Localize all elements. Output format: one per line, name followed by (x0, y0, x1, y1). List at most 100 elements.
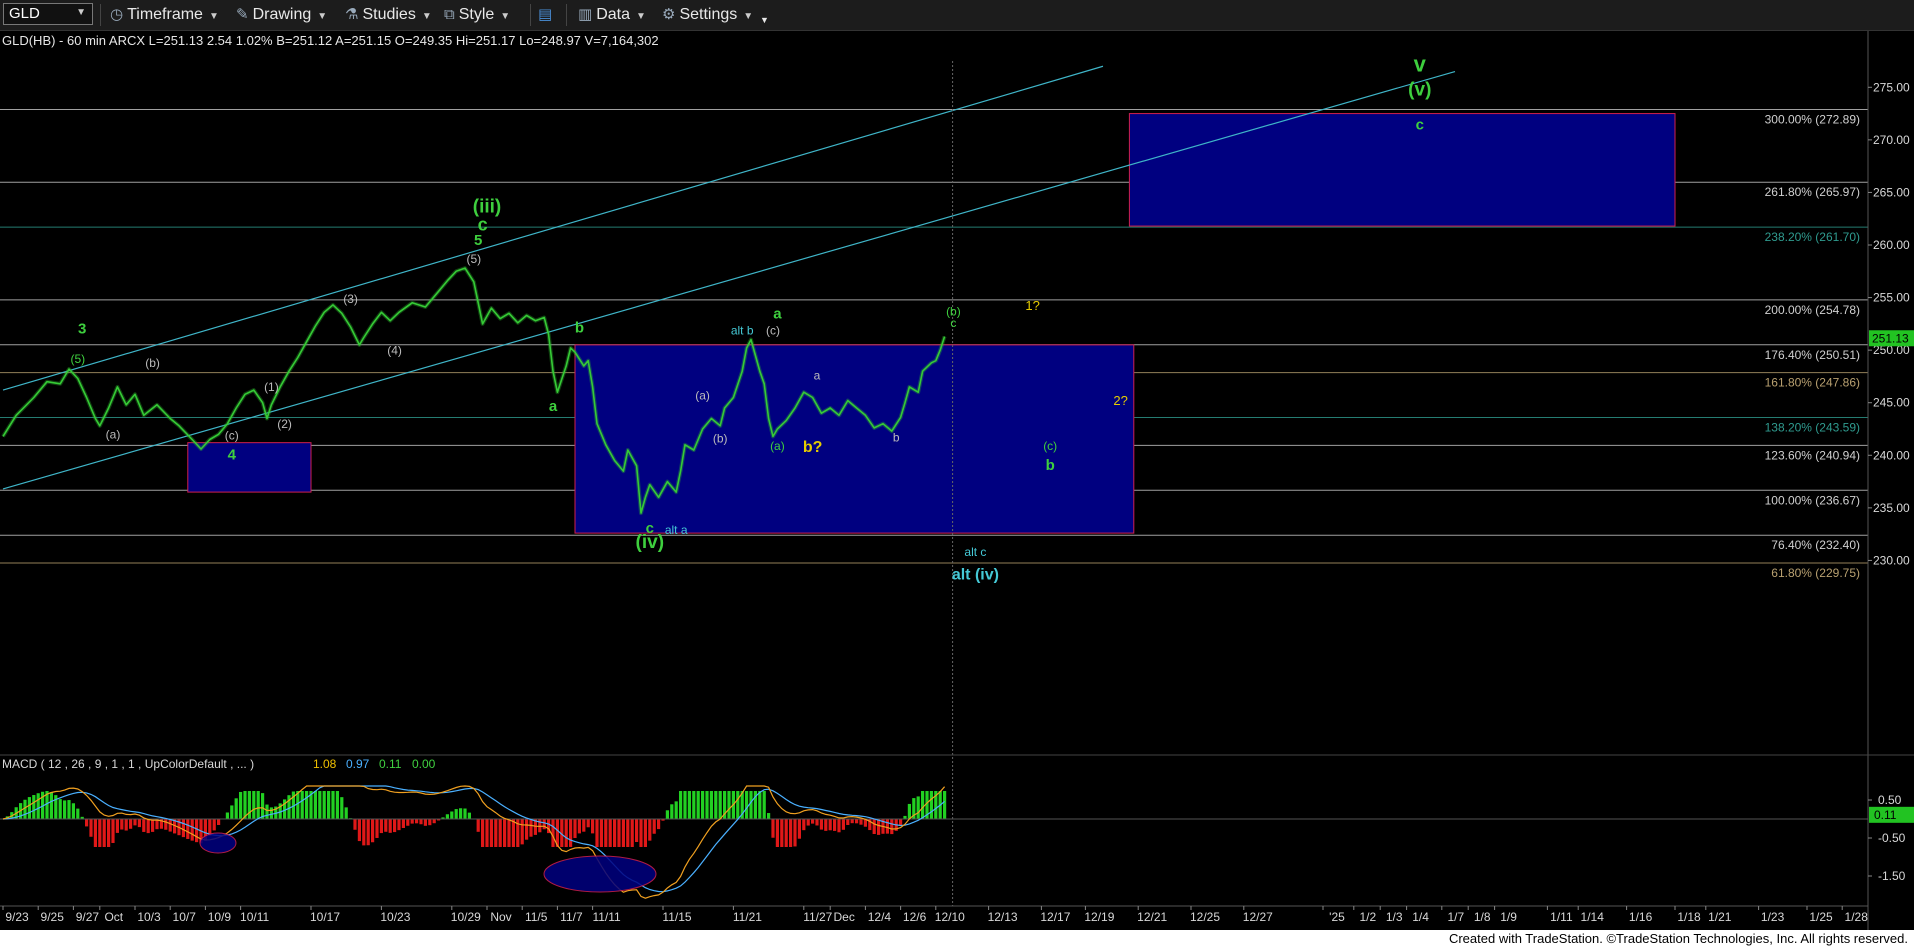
time-tick-label: 1/16 (1629, 910, 1653, 924)
chevron-down-icon: ▼ (317, 11, 328, 22)
time-tick-label: 1/21 (1708, 910, 1732, 924)
macd-histogram-bar (410, 819, 414, 824)
macd-histogram-bar (525, 819, 529, 840)
wave-label: (a) (106, 427, 121, 441)
macd-histogram-bar (467, 812, 471, 819)
chart-area[interactable]: GLD(HB) - 60 min ARCX L=251.13 2.54 1.02… (0, 31, 1914, 930)
wave-label: (iii) (473, 196, 502, 217)
macd-histogram-bar (683, 791, 687, 819)
macd-histogram-bar (247, 791, 251, 819)
macd-histogram-bar (85, 819, 89, 827)
studies-menu[interactable]: ⚗ Studies ▼ (345, 5, 432, 25)
style-menu[interactable]: ⧉ Style ▼ (444, 5, 510, 25)
macd-histogram-bar (146, 819, 150, 834)
price-tick-label: 235.00 (1873, 501, 1910, 515)
toolbar-overflow-icon[interactable]: ▼ (760, 10, 769, 30)
macd-histogram-bar (32, 795, 36, 819)
wave-label: c (950, 316, 956, 330)
macd-histogram-bar (379, 819, 383, 834)
macd-histogram-bar (256, 791, 260, 819)
time-tick-label: 10/11 (240, 910, 269, 924)
time-tick-label: Oct (104, 910, 123, 924)
time-tick-label: 10/9 (208, 910, 232, 924)
price-tick-label: 240.00 (1873, 448, 1910, 462)
macd-histogram-bar (929, 791, 933, 819)
macd-histogram-bar (445, 814, 449, 819)
time-tick-label: 12/27 (1243, 910, 1273, 924)
macd-histogram-bar (815, 819, 819, 826)
macd-histogram-bar (344, 807, 348, 819)
macd-histogram-bar (463, 808, 467, 819)
macd-histogram-bar (899, 819, 903, 826)
macd-histogram-bar (749, 791, 753, 819)
macd-histogram-bar (137, 819, 141, 828)
macd-histogram-bar (305, 791, 309, 819)
timeframe-label: Timeframe (127, 6, 203, 23)
macd-histogram-bar (701, 791, 705, 819)
macd-histogram-bar (569, 819, 573, 847)
wave-label: a (773, 306, 782, 323)
settings-menu[interactable]: ⚙ Settings ▼ (662, 5, 753, 25)
macd-histogram-bar (824, 819, 828, 831)
macd-value: 0.00 (412, 757, 436, 771)
macd-histogram-bar (63, 800, 67, 819)
macd-signal-line (2, 785, 945, 893)
drawing-menu[interactable]: ✎ Drawing ▼ (236, 5, 327, 25)
wave-label: (3) (343, 292, 358, 306)
last-price-label: 251.13 (1872, 331, 1909, 345)
fib-level-label: 76.40% (232.40) (1771, 538, 1860, 552)
macd-histogram-bar (542, 819, 546, 830)
macd-histogram-bar (485, 819, 489, 847)
time-tick-label: 1/11 (1550, 910, 1573, 924)
time-tick-label: 11/5 (525, 910, 548, 924)
macd-line (2, 785, 946, 899)
time-tick-label: 11/21 (733, 910, 762, 924)
macd-histogram-bar (186, 819, 190, 839)
time-tick-label: 1/8 (1474, 910, 1491, 924)
symbol-selector[interactable]: GLD ▼ (3, 3, 93, 25)
macd-histogram-bar (670, 804, 674, 819)
macd-histogram-bar (454, 809, 458, 819)
macd-histogram-bar (617, 819, 621, 847)
time-tick-label: 1/25 (1809, 910, 1833, 924)
macd-histogram-bar (353, 819, 357, 830)
macd-histogram-bar (98, 819, 102, 847)
macd-histogram-bar (648, 819, 652, 841)
wave-label: c (1416, 116, 1424, 133)
time-tick-label: 12/13 (988, 910, 1018, 924)
macd-histogram-bar (877, 819, 881, 835)
macd-histogram-bar (239, 791, 243, 819)
price-tick-label: 275.00 (1873, 80, 1910, 94)
timeframe-menu[interactable]: ◷ Timeframe ▼ (110, 5, 219, 25)
chevron-down-icon: ▼ (743, 11, 754, 22)
macd-histogram-bar (921, 791, 925, 819)
macd-histogram-bar (335, 791, 339, 819)
macd-tick-label: -1.50 (1878, 869, 1906, 883)
data-menu[interactable]: ▥ Data ▼ (578, 5, 646, 25)
macd-histogram-bar (371, 819, 375, 843)
macd-value: 0.11 (379, 757, 402, 771)
macd-histogram-bar (481, 819, 485, 847)
layout-button[interactable]: ▤ (538, 5, 556, 25)
fib-level-label: 176.40% (250.51) (1765, 348, 1860, 362)
macd-histogram-bar (494, 819, 498, 847)
wave-label: (c) (766, 323, 780, 337)
macd-histogram-bar (318, 791, 322, 819)
macd-histogram-bar (331, 791, 335, 819)
price-tick-label: 245.00 (1873, 396, 1910, 410)
macd-histogram-bar (745, 791, 749, 819)
time-tick-label: 9/25 (41, 910, 65, 924)
price-tick-label: 265.00 (1873, 185, 1910, 199)
macd-histogram-bar (67, 800, 71, 819)
macd-histogram-bar (551, 819, 555, 847)
macd-histogram-bar (111, 819, 115, 843)
macd-histogram-bar (107, 819, 111, 847)
macd-histogram-bar (762, 791, 766, 819)
wave-label: (iv) (636, 532, 665, 553)
wave-label: alt b (731, 323, 754, 337)
time-tick-label: 12/6 (903, 910, 927, 924)
wave-label: alt c (964, 545, 986, 559)
macd-histogram-bar (164, 819, 168, 830)
wave-label: 3 (78, 320, 86, 337)
macd-histogram-bar (115, 819, 119, 833)
